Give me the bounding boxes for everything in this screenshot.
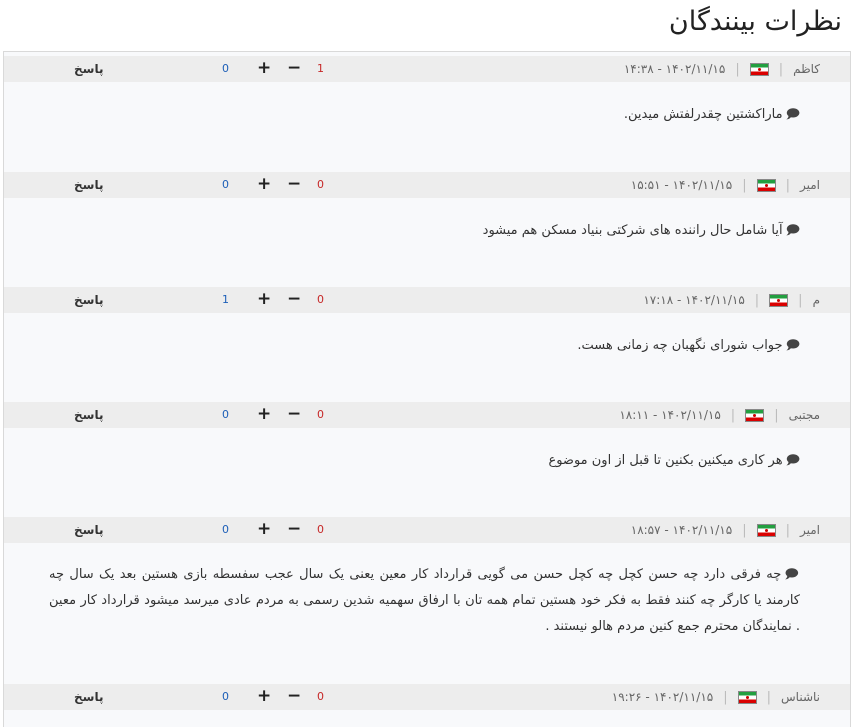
separator: | (754, 292, 760, 308)
dislike-count: 0 (317, 293, 324, 306)
like-button[interactable]: + (257, 287, 271, 313)
like-button[interactable]: + (257, 517, 271, 543)
comment-date: ۱۴۰۲/۱۱/۱۵ - ۱۸:۱۱ (619, 408, 721, 422)
separator: | (785, 177, 790, 193)
iran-flag-icon (756, 523, 776, 537)
separator: | (766, 689, 772, 705)
comment-header: ناشناس | | ۱۴۰۲/۱۱/۱۵ - ۱۹:۲۶ 0 − + 0 پا… (4, 684, 850, 710)
separator: | (735, 61, 740, 77)
comment-date: ۱۴۰۲/۱۱/۱۵ - ۱۹:۲۶ (611, 690, 714, 704)
like-count: 0 (222, 690, 229, 703)
separator: | (798, 292, 803, 308)
speech-bubble-icon: 🗩 (785, 107, 800, 122)
comment-author: امیر (799, 523, 820, 537)
speech-bubble-icon: 🗩 (785, 453, 800, 468)
comment-date: ۱۴۰۲/۱۱/۱۵ - ۱۷:۱۸ (643, 293, 745, 307)
iran-flag-icon (745, 408, 765, 422)
speech-bubble-icon: 🗩 (785, 338, 800, 353)
dislike-button[interactable]: − (287, 517, 301, 543)
like-count: 0 (222, 523, 229, 536)
separator: | (778, 61, 784, 77)
reply-button[interactable]: پاسخ (74, 56, 103, 82)
comments-list: کاظم | | ۱۴۰۲/۱۱/۱۵ - ۱۴:۳۸ 1 − + 0 پاسخ… (3, 51, 851, 727)
dislike-count: 0 (317, 523, 324, 536)
comment-author: کاظم (793, 62, 820, 76)
iran-flag-icon (756, 178, 776, 192)
comment-item: امیر | | ۱۴۰۲/۱۱/۱۵ - ۱۵:۵۱ 0 − + 0 پاسخ… (4, 172, 850, 287)
comment-item: مجتبی | | ۱۴۰۲/۱۱/۱۵ - ۱۸:۱۱ 0 − + 0 پاس… (4, 402, 850, 517)
comment-author: مجتبی (788, 408, 820, 422)
dislike-button[interactable]: − (287, 172, 301, 198)
speech-bubble-icon: 🗩 (784, 567, 800, 582)
comment-text: 🗩آیا شامل حال راننده های شرکتی بنیاد مسک… (482, 223, 800, 238)
reply-button[interactable]: پاسخ (74, 684, 103, 710)
dislike-count: 0 (317, 408, 324, 421)
comment-text: 🗩ماراکشتین چقدرلفتش میدین. (623, 107, 800, 122)
like-button[interactable]: + (257, 684, 271, 710)
reply-button[interactable]: پاسخ (74, 402, 103, 428)
separator: | (774, 407, 779, 423)
like-button[interactable]: + (257, 172, 271, 198)
comment-date: ۱۴۰۲/۱۱/۱۵ - ۱۵:۵۱ (630, 178, 733, 192)
reply-button[interactable]: پاسخ (74, 287, 103, 313)
comment-item: امیر | | ۱۴۰۲/۱۱/۱۵ - ۱۸:۵۷ 0 − + 0 پاسخ… (4, 517, 850, 684)
comment-header: مجتبی | | ۱۴۰۲/۱۱/۱۵ - ۱۸:۱۱ 0 − + 0 پاس… (4, 402, 850, 428)
like-count: 0 (222, 62, 229, 75)
like-button[interactable]: + (257, 402, 271, 428)
dislike-count: 1 (317, 62, 324, 75)
comment-text: 🗩جواب شورای نگهبان چه زمانی هست. (577, 338, 800, 353)
reply-button[interactable]: پاسخ (74, 517, 103, 543)
iran-flag-icon (749, 62, 769, 76)
like-count: 0 (222, 408, 229, 421)
comment-item: م | | ۱۴۰۲/۱۱/۱۵ - ۱۷:۱۸ 0 − + 1 پاسخ 🗩ج… (4, 287, 850, 402)
dislike-button[interactable]: − (287, 287, 301, 313)
speech-bubble-icon: 🗩 (785, 223, 800, 238)
like-button[interactable]: + (257, 56, 271, 82)
separator: | (742, 522, 747, 538)
comment-header: امیر | | ۱۴۰۲/۱۱/۱۵ - ۱۵:۵۱ 0 − + 0 پاسخ (4, 172, 850, 198)
comment-author: ناشناس (781, 690, 820, 704)
like-count: 0 (222, 178, 229, 191)
comment-date: ۱۴۰۲/۱۱/۱۵ - ۱۴:۳۸ (623, 62, 726, 76)
comment-text: 🗩هر کاری میکنین بکنین تا قبل از اون موضو… (548, 453, 800, 468)
like-count: 1 (222, 293, 229, 306)
page-title: نظرات بینندگان (668, 6, 842, 37)
comment-header: م | | ۱۴۰۲/۱۱/۱۵ - ۱۷:۱۸ 0 − + 1 پاسخ (4, 287, 850, 313)
separator: | (785, 522, 790, 538)
iran-flag-icon (737, 690, 757, 704)
separator: | (723, 689, 728, 705)
dislike-button[interactable]: − (287, 56, 301, 82)
dislike-button[interactable]: − (287, 684, 301, 710)
dislike-count: 0 (317, 178, 324, 191)
dislike-count: 0 (317, 690, 324, 703)
iran-flag-icon (769, 293, 789, 307)
separator: | (742, 177, 747, 193)
comment-item: ناشناس | | ۱۴۰۲/۱۱/۱۵ - ۱۹:۲۶ 0 − + 0 پا… (4, 684, 850, 727)
comment-header: کاظم | | ۱۴۰۲/۱۱/۱۵ - ۱۴:۳۸ 1 − + 0 پاسخ (4, 56, 850, 82)
comment-author: م (812, 293, 820, 307)
comment-header: امیر | | ۱۴۰۲/۱۱/۱۵ - ۱۸:۵۷ 0 − + 0 پاسخ (4, 517, 850, 543)
comment-author: امیر (799, 178, 820, 192)
comment-item: کاظم | | ۱۴۰۲/۱۱/۱۵ - ۱۴:۳۸ 1 − + 0 پاسخ… (4, 52, 850, 172)
separator: | (730, 407, 736, 423)
comment-date: ۱۴۰۲/۱۱/۱۵ - ۱۸:۵۷ (630, 523, 733, 537)
reply-button[interactable]: پاسخ (74, 172, 103, 198)
comment-text: 🗩چه فرقی دارد چه حسن کچل چه کچل حسن می گ… (49, 567, 800, 634)
dislike-button[interactable]: − (287, 402, 301, 428)
